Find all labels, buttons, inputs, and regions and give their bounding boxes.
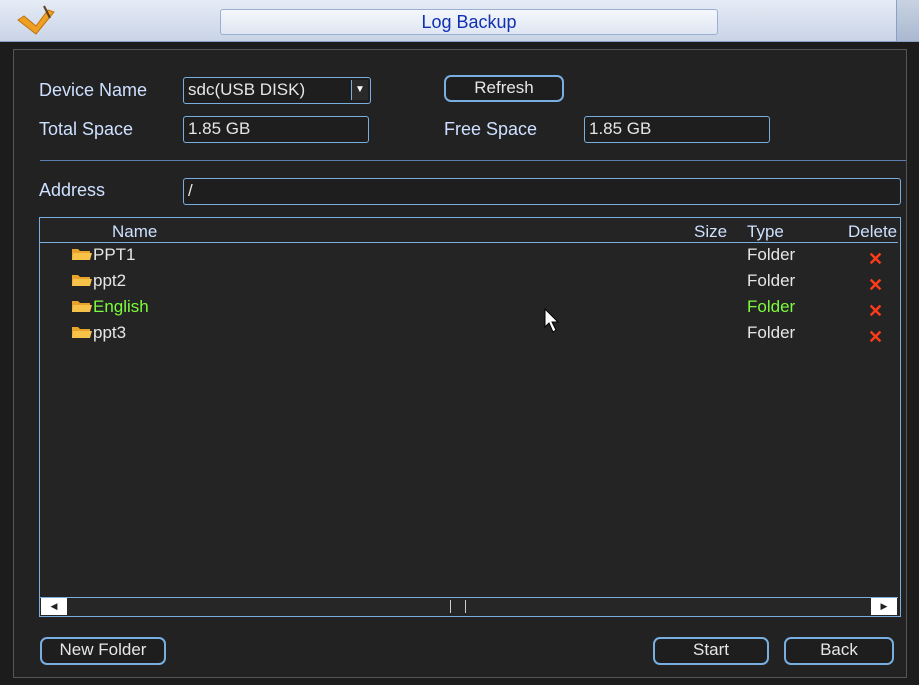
file-name-text: ppt2 <box>93 271 127 290</box>
list-item[interactable]: ppt2 Folder ✕ <box>40 271 898 297</box>
list-item[interactable]: PPT1 Folder ✕ <box>40 245 898 271</box>
delete-x-icon[interactable]: ✕ <box>868 301 883 322</box>
file-name: English <box>72 297 149 317</box>
scroll-thumb[interactable] <box>450 600 466 613</box>
folder-icon <box>72 275 92 286</box>
file-type: Folder <box>747 245 796 264</box>
free-space-value: 1.85 GB <box>584 116 770 143</box>
column-type[interactable]: Type <box>747 222 784 242</box>
file-list-header: Name Size Type Delete <box>40 222 898 243</box>
file-type: Folder <box>747 271 796 290</box>
scroll-left-icon[interactable]: ◀ <box>41 598 67 615</box>
log-backup-panel: Device Name sdc(USB DISK) ▼ Refresh Tota… <box>13 49 907 678</box>
mouse-pointer-icon <box>544 308 560 333</box>
title-bar: Log Backup <box>0 0 919 42</box>
new-folder-button[interactable]: New Folder <box>40 637 166 665</box>
column-name[interactable]: Name <box>112 222 157 242</box>
free-space-label: Free Space <box>444 119 538 139</box>
delete-x-icon[interactable]: ✕ <box>868 275 883 296</box>
delete-x-icon[interactable]: ✕ <box>868 327 883 348</box>
folder-icon <box>72 327 92 338</box>
start-button[interactable]: Start <box>653 637 769 665</box>
column-delete[interactable]: Delete <box>848 222 897 242</box>
app-logo-icon <box>17 5 55 35</box>
file-name: PPT1 <box>72 245 136 265</box>
device-name-value: sdc(USB DISK) <box>188 80 306 99</box>
refresh-button[interactable]: Refresh <box>444 75 564 102</box>
file-list[interactable]: Name Size Type Delete PPT1 Folder ✕ ppt2 Fol… <box>39 217 901 617</box>
list-item[interactable]: ppt3 Folder ✕ <box>40 323 898 349</box>
dropdown-arrow-icon[interactable]: ▼ <box>351 80 368 100</box>
total-space-value: 1.85 GB <box>183 116 369 143</box>
folder-icon <box>72 301 92 312</box>
file-type: Folder <box>747 323 796 342</box>
list-item[interactable]: English Folder ✕ <box>40 297 898 323</box>
device-name-select[interactable]: sdc(USB DISK) ▼ <box>183 77 371 104</box>
horizontal-scrollbar[interactable]: ◀ ▶ <box>40 597 898 616</box>
window-title: Log Backup <box>220 9 718 35</box>
back-button[interactable]: Back <box>784 637 894 665</box>
folder-icon <box>72 249 92 260</box>
file-name-text: PPT1 <box>93 245 136 264</box>
scroll-right-icon[interactable]: ▶ <box>871 598 897 615</box>
section-divider <box>40 160 906 161</box>
delete-x-icon[interactable]: ✕ <box>868 249 883 270</box>
file-type: Folder <box>747 297 796 316</box>
column-size[interactable]: Size <box>694 222 727 242</box>
window-side-strip <box>896 0 919 41</box>
file-name-text: ppt3 <box>93 323 127 342</box>
file-name: ppt2 <box>72 271 126 291</box>
total-space-label: Total Space <box>39 119 134 139</box>
device-name-label: Device Name <box>39 80 148 100</box>
address-input[interactable]: / <box>183 178 901 205</box>
file-name: ppt3 <box>72 323 126 343</box>
address-label: Address <box>39 180 106 200</box>
file-name-text: English <box>93 297 149 316</box>
